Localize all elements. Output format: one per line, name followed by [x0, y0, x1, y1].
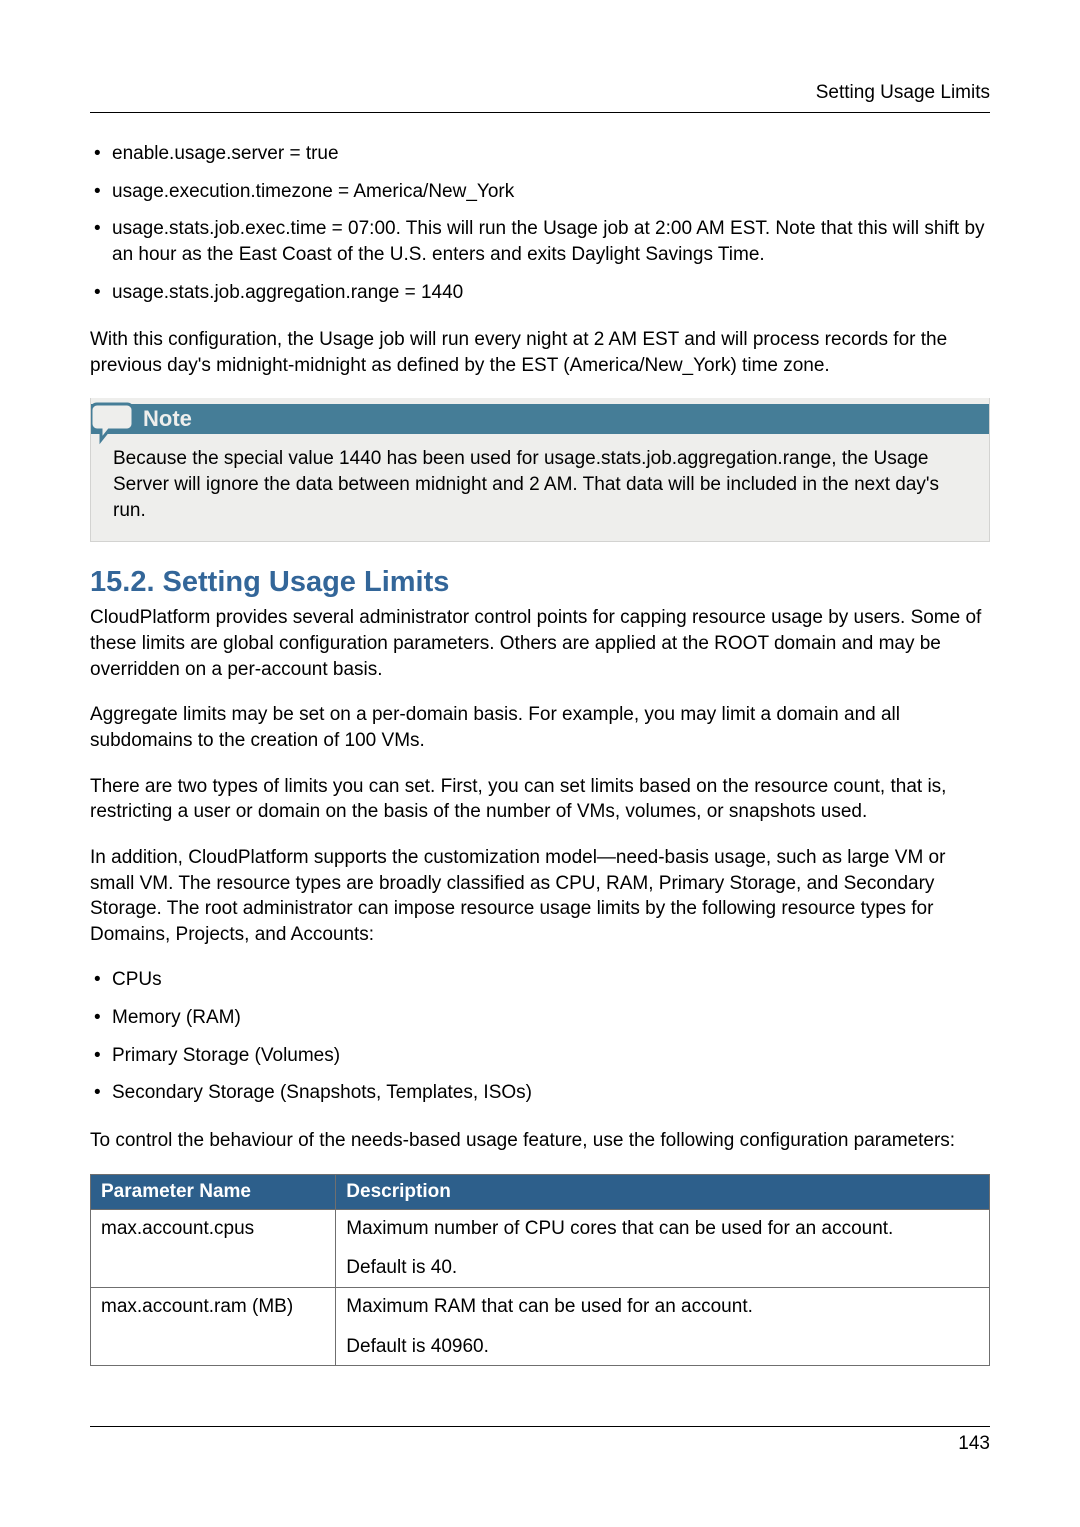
section-heading: 15.2. Setting Usage Limits	[90, 566, 990, 599]
parameters-table: Parameter Name Description max.account.c…	[90, 1174, 990, 1367]
param-desc-cell: Maximum RAM that can be used for an acco…	[336, 1287, 990, 1365]
param-desc-line: Maximum number of CPU cores that can be …	[346, 1216, 979, 1242]
header-rule	[90, 112, 990, 113]
column-header-name: Parameter Name	[91, 1174, 336, 1209]
note-body: Because the special value 1440 has been …	[91, 446, 989, 523]
page-header-right: Setting Usage Limits	[90, 82, 990, 104]
param-name-cell: max.account.cpus	[91, 1209, 336, 1287]
table-row: max.account.ram (MB) Maximum RAM that ca…	[91, 1287, 990, 1365]
speech-bubble-icon	[91, 398, 139, 446]
paragraph: There are two types of limits you can se…	[90, 774, 990, 825]
list-item: enable.usage.server = true	[90, 141, 990, 167]
note-label: Note	[143, 404, 192, 434]
paragraph: To control the behaviour of the needs-ba…	[90, 1128, 990, 1154]
table-row: max.account.cpus Maximum number of CPU c…	[91, 1209, 990, 1287]
paragraph: In addition, CloudPlatform supports the …	[90, 845, 990, 948]
page-number: 143	[90, 1433, 990, 1455]
list-item: CPUs	[90, 967, 990, 993]
column-header-description: Description	[336, 1174, 990, 1209]
list-item: usage.stats.job.aggregation.range = 1440	[90, 280, 990, 306]
paragraph: CloudPlatform provides several administr…	[90, 605, 990, 682]
list-item: Secondary Storage (Snapshots, Templates,…	[90, 1080, 990, 1106]
table-header-row: Parameter Name Description	[91, 1174, 990, 1209]
list-item: usage.execution.timezone = America/New_Y…	[90, 179, 990, 205]
note-bar	[91, 404, 989, 434]
list-item: Memory (RAM)	[90, 1005, 990, 1031]
param-desc-line: Default is 40960.	[346, 1334, 979, 1360]
param-name-cell: max.account.ram (MB)	[91, 1287, 336, 1365]
page-container: Setting Usage Limits enable.usage.server…	[0, 0, 1080, 1495]
note-header: Note	[91, 398, 989, 446]
bullet-list-1: enable.usage.server = true usage.executi…	[90, 141, 990, 305]
param-desc-line: Default is 40.	[346, 1255, 979, 1281]
param-desc-cell: Maximum number of CPU cores that can be …	[336, 1209, 990, 1287]
list-item: Primary Storage (Volumes)	[90, 1043, 990, 1069]
list-item: usage.stats.job.exec.time = 07:00. This …	[90, 216, 990, 267]
paragraph: Aggregate limits may be set on a per-dom…	[90, 702, 990, 753]
note-callout: Note Because the special value 1440 has …	[90, 398, 990, 542]
param-desc-line: Maximum RAM that can be used for an acco…	[346, 1294, 979, 1320]
bullet-list-2: CPUs Memory (RAM) Primary Storage (Volum…	[90, 967, 990, 1106]
footer-rule	[90, 1426, 990, 1427]
paragraph: With this configuration, the Usage job w…	[90, 327, 990, 378]
